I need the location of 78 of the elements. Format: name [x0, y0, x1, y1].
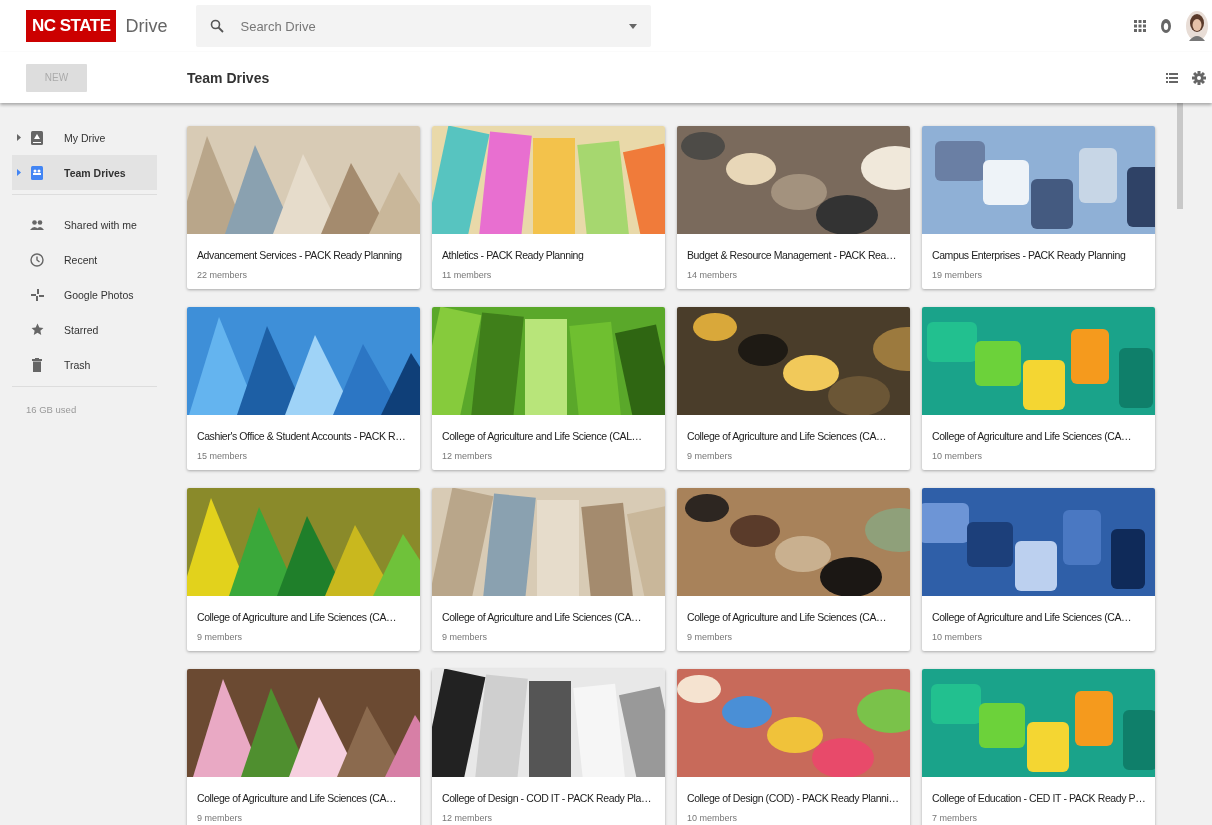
logo[interactable]: NC STATE	[26, 10, 117, 42]
team-drive-card[interactable]: College of Agriculture and Life Sciences (CA… 10 members	[922, 307, 1155, 470]
team-drive-card[interactable]: Advancement Services - PACK Ready Planning 22 members	[187, 126, 420, 289]
drive-name: College of Agriculture and Life Sciences (CA…	[197, 611, 397, 623]
drive-name: College of Design (COD) - PACK Ready Planni…	[687, 792, 899, 804]
member-count: 9 members	[197, 632, 242, 642]
team-drive-card[interactable]: College of Agriculture and Life Sciences (CA… 9 members	[677, 307, 910, 470]
page-title: Team Drives	[187, 69, 270, 86]
member-count: 9 members	[687, 451, 732, 461]
member-count: 12 members	[442, 451, 493, 461]
search-icon	[210, 19, 225, 33]
drive-name: College of Agriculture and Life Sciences (CA…	[932, 430, 1132, 442]
people-icon	[30, 219, 44, 230]
drive-name: College of Agriculture and Life Sciences (CA…	[932, 611, 1132, 623]
member-count: 11 members	[442, 270, 492, 280]
settings-icon[interactable]	[1192, 70, 1206, 85]
notification-icon[interactable]	[1160, 18, 1172, 34]
trash-icon	[32, 357, 42, 372]
expand-arrow-icon[interactable]	[17, 134, 21, 141]
sidebar-item[interactable]: Google Photos	[12, 277, 157, 312]
member-count: 9 members	[442, 632, 487, 642]
drive-name: College of Agriculture and Life Science (CAL…	[442, 430, 642, 442]
scrollbar[interactable]	[1177, 103, 1183, 209]
team-drive-card[interactable]: College of Agriculture and Life Science (CAL… 12 members	[432, 307, 665, 470]
drive-name: College of Agriculture and Life Sciences (CA…	[197, 792, 397, 804]
team-drive-card[interactable]: College of Design - COD IT - PACK Ready Pla… 12 members	[432, 669, 665, 825]
team-drive-card[interactable]: College of Agriculture and Life Sciences (CA… 9 members	[187, 669, 420, 825]
apps-grid-icon[interactable]	[1134, 20, 1146, 32]
member-count: 7 members	[932, 813, 977, 823]
sidebar-item[interactable]: Shared with me	[12, 207, 157, 242]
team-drive-card[interactable]: Cashier's Office & Student Accounts - PACK R… 15 members	[187, 307, 420, 470]
drive-name: Athletics - PACK Ready Planning	[442, 249, 584, 261]
team-drive-card[interactable]: College of Agriculture and Life Sciences (CA… 10 members	[922, 488, 1155, 651]
member-count: 14 members	[687, 270, 738, 280]
sidebar-item[interactable]: Trash	[12, 347, 157, 382]
drive-name: College of Agriculture and Life Sciences (CA…	[687, 430, 887, 442]
drive-name: Cashier's Office & Student Accounts - PACK R…	[197, 430, 406, 442]
team-drive-card[interactable]: College of Agriculture and Life Sciences (CA… 9 members	[677, 488, 910, 651]
team-drive-icon	[31, 165, 43, 180]
member-count: 9 members	[197, 813, 242, 823]
team-drive-card[interactable]: Campus Enterprises - PACK Ready Planning 19 members	[922, 126, 1155, 289]
member-count: 22 members	[197, 270, 248, 280]
member-count: 19 members	[932, 270, 983, 280]
drive-name: Budget & Resource Management - PACK Rea…	[687, 249, 897, 261]
sidebar-item[interactable]: Starred	[12, 312, 157, 347]
search-field[interactable]: Search Drive	[196, 5, 652, 47]
sidebar-item[interactable]: My Drive	[12, 120, 157, 155]
pinwheel-icon	[30, 287, 44, 302]
list-view-icon[interactable]	[1166, 72, 1178, 83]
member-count: 10 members	[932, 451, 983, 461]
member-count: 10 members	[932, 632, 983, 642]
storage-usage: 16 GB used	[25, 404, 77, 415]
member-count: 9 members	[687, 632, 732, 642]
caret-icon[interactable]	[629, 23, 638, 29]
avatar[interactable]	[1186, 11, 1208, 41]
drive-icon	[31, 130, 43, 145]
member-count: 12 members	[442, 813, 493, 823]
clock-icon	[30, 252, 44, 267]
star-icon	[30, 323, 44, 336]
team-drive-card[interactable]: College of Agriculture and Life Sciences (CA… 9 members	[432, 488, 665, 651]
expand-arrow-icon[interactable]	[17, 169, 21, 176]
search-field[interactable]: Search Drive	[238, 17, 630, 35]
sidebar-item[interactable]: Recent	[12, 242, 157, 277]
team-drive-card[interactable]: Budget & Resource Management - PACK Rea… 14 members	[677, 126, 910, 289]
team-drive-card[interactable]: College of Education - CED IT - PACK Ready P… 7 members	[922, 669, 1155, 825]
drive-name: Advancement Services - PACK Ready Planning	[197, 249, 402, 261]
drive-name: College of Agriculture and Life Sciences (CA…	[442, 611, 642, 623]
team-drive-card[interactable]: Athletics - PACK Ready Planning 11 members	[432, 126, 665, 289]
member-count: 10 members	[687, 813, 738, 823]
member-count: 15 members	[197, 451, 248, 461]
drive-name: College of Design - COD IT - PACK Ready Pla…	[442, 792, 651, 804]
app-name: Drive	[125, 15, 169, 37]
drive-name: College of Education - CED IT - PACK Ready P…	[932, 792, 1146, 804]
team-drive-card[interactable]: College of Agriculture and Life Sciences (CA… 9 members	[187, 488, 420, 651]
drive-name: Campus Enterprises - PACK Ready Planning	[932, 249, 1126, 261]
sidebar-item[interactable]: Team Drives	[12, 155, 157, 190]
drive-name: College of Agriculture and Life Sciences (CA…	[687, 611, 887, 623]
team-drive-card[interactable]: College of Design (COD) - PACK Ready Planni… 10 members	[677, 669, 910, 825]
